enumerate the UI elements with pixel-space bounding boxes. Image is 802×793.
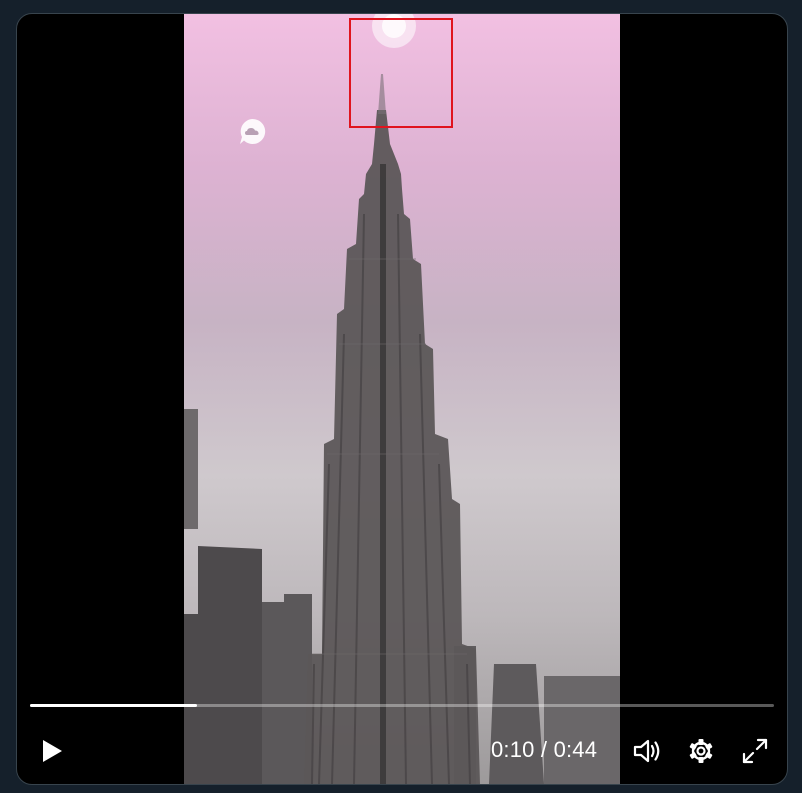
play-button[interactable] [33, 733, 69, 769]
annotation-highlight-box [349, 18, 453, 128]
gear-icon [689, 739, 713, 763]
duration: 0:44 [553, 737, 598, 762]
volume-icon [633, 739, 660, 763]
control-bar: 0:10 / 0:44 [17, 726, 787, 776]
cloud-chat-icon [238, 117, 267, 146]
video-player[interactable]: 0:10 / 0:44 [16, 13, 788, 785]
fullscreen-icon [742, 738, 768, 764]
current-time: 0:10 [491, 737, 535, 762]
play-icon [43, 740, 62, 762]
progress-fill [30, 704, 198, 707]
time-display: 0:10 / 0:44 [491, 737, 597, 763]
progress-bar[interactable] [30, 704, 774, 707]
fullscreen-button[interactable] [737, 733, 773, 769]
time-separator: / [534, 737, 554, 762]
settings-button[interactable] [683, 733, 719, 769]
volume-button[interactable] [629, 733, 665, 769]
